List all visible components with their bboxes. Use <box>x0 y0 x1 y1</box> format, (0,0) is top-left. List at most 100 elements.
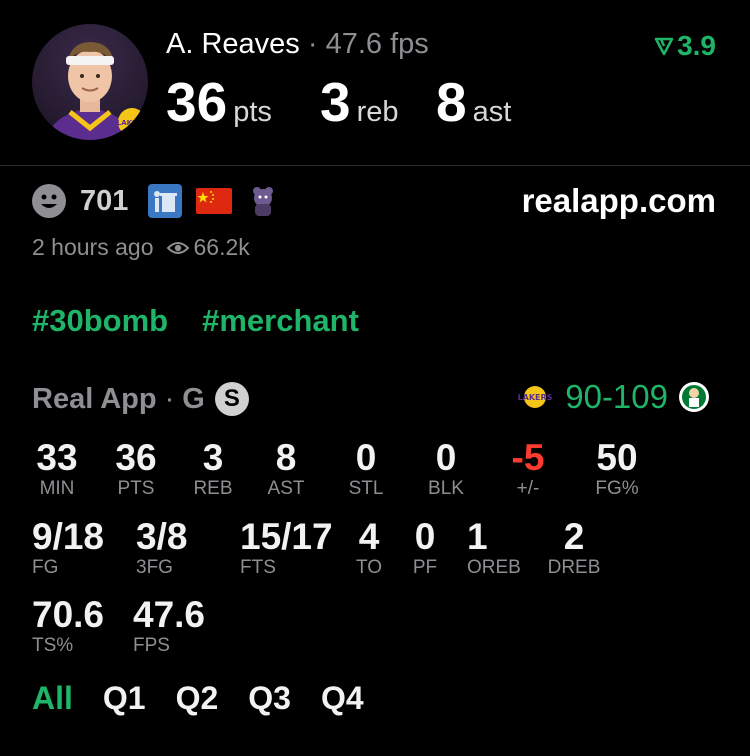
stat-value: 3/8 <box>136 516 188 557</box>
big-stat-ast-value: 8 <box>436 71 467 133</box>
big-stat-ast: 8 ast <box>436 70 511 134</box>
player-fps: 47.6 fps <box>325 28 429 60</box>
player-avatar[interactable]: LAKERS <box>32 24 148 140</box>
rating-value: 3.9 <box>677 30 716 61</box>
eye-icon <box>167 241 190 254</box>
stat-value: 8 <box>275 437 297 478</box>
big-stat-reb-unit: reb <box>356 96 399 128</box>
stat-label: FG% <box>595 478 639 499</box>
stat-label: FG <box>32 557 59 578</box>
quarter-tabs: All Q1 Q2 Q3 Q4 <box>32 680 364 717</box>
player-name[interactable]: A. Reaves <box>166 28 300 60</box>
stat-value: 15/17 <box>240 516 333 557</box>
divider <box>0 165 750 166</box>
site-link[interactable]: realapp.com <box>522 182 716 220</box>
stat-fts: 15/17 FTS <box>240 517 333 579</box>
source-label[interactable]: Real App <box>32 383 157 416</box>
score-value: 90-109 <box>565 378 668 415</box>
stat-value: -5 <box>511 437 545 478</box>
game-info: Real App · G S <box>32 382 249 416</box>
stat-value: 0 <box>435 437 457 478</box>
big-stat-ast-unit: ast <box>472 96 512 128</box>
celtics-logo-icon <box>679 382 709 412</box>
stat-plus-minus: -5 +/- <box>504 438 552 500</box>
lakers-logo-icon: LAKERS <box>518 386 553 408</box>
tab-q3[interactable]: Q3 <box>248 680 291 717</box>
stat-stl: 0 STL <box>342 438 390 500</box>
separator-dot: · <box>307 28 318 60</box>
reaction-count: 701 <box>80 184 129 217</box>
stat-value: 3 <box>202 437 224 478</box>
game-separator-dot: · <box>164 382 175 415</box>
smile-icon[interactable] <box>32 184 66 218</box>
stat-3fg: 3/8 3FG <box>136 517 187 579</box>
stat-ast: 8 AST <box>262 438 310 500</box>
stat-value: 1 <box>467 516 488 557</box>
starter-badge: S <box>214 382 249 416</box>
big-stat-pts-value: 36 <box>166 71 228 133</box>
stat-min: 33 MIN <box>32 438 82 500</box>
stat-value: 2 <box>563 516 585 557</box>
stat-value: 0 <box>414 516 436 557</box>
stat-fg-pct: 50 FG% <box>590 438 644 500</box>
tab-q2[interactable]: Q2 <box>176 680 219 717</box>
stat-label: 3FG <box>136 557 173 578</box>
stat-label: BLK <box>428 478 464 499</box>
stat-label: STL <box>348 478 384 499</box>
china-flag-icon[interactable] <box>196 188 233 214</box>
stat-fg: 9/18 FG <box>32 517 104 579</box>
stat-pf: 0 PF <box>408 517 442 579</box>
stat-to: 4 TO <box>352 517 386 579</box>
stat-blk: 0 BLK <box>422 438 470 500</box>
stat-label: PF <box>412 557 438 578</box>
stat-label: REB <box>193 478 233 499</box>
stat-dreb: 2 DREB <box>546 517 602 579</box>
hashtag-link[interactable]: #30bomb <box>32 303 168 339</box>
stat-value: 47.6 <box>133 594 206 635</box>
reactions-row: 701 <box>32 184 280 218</box>
player-photo-icon: LAKERS <box>46 42 148 140</box>
view-count-group: 66.2k <box>167 234 250 261</box>
stat-label: FPS <box>133 635 170 656</box>
view-count: 66.2k <box>193 234 250 260</box>
tab-q1[interactable]: Q1 <box>103 680 146 717</box>
mascot-icon[interactable] <box>246 184 280 218</box>
stat-ts-pct: 70.6 TS% <box>32 595 104 657</box>
stat-label: OREB <box>467 557 521 578</box>
stat-label: DREB <box>547 557 601 578</box>
stat-value: 0 <box>355 437 377 478</box>
big-stat-pts-unit: pts <box>233 96 272 128</box>
stat-value: 4 <box>358 516 380 557</box>
stat-label: AST <box>267 478 305 499</box>
big-stat-reb: 3 reb <box>320 70 399 134</box>
tab-q4[interactable]: Q4 <box>321 680 364 717</box>
stat-reb: 3 REB <box>188 438 238 500</box>
stat-value: 33 <box>36 437 78 478</box>
stat-label: TO <box>355 557 383 578</box>
stat-label: TS% <box>32 635 74 656</box>
stat-value: 36 <box>115 437 157 478</box>
big-stat-pts: 36 pts <box>166 70 272 134</box>
stat-value: 9/18 <box>32 516 105 557</box>
game-score[interactable]: LAKERS 90-109 <box>515 378 710 416</box>
hashtags: #30bomb #merchant <box>32 303 359 339</box>
stat-value: 50 <box>596 437 638 478</box>
rating-badge[interactable]: 3.9 <box>653 30 716 62</box>
stat-oreb: 1 OREB <box>467 517 521 579</box>
stat-label: PTS <box>117 478 155 499</box>
position-label: G <box>182 382 205 415</box>
stat-fps: 47.6 FPS <box>133 595 205 657</box>
stat-label: FTS <box>240 557 276 578</box>
lakers-logo-text: LAKERS <box>518 393 553 402</box>
stat-value: 70.6 <box>32 594 105 635</box>
player-name-line[interactable]: A. Reaves · 47.6 fps <box>166 28 429 61</box>
big-stat-reb-value: 3 <box>320 71 351 133</box>
post-meta: 2 hours ago 66.2k <box>32 234 250 261</box>
post-time: 2 hours ago <box>32 234 154 260</box>
lakers-logo-text: LAKERS <box>117 119 148 127</box>
trash-icon[interactable] <box>148 184 183 218</box>
tab-all[interactable]: All <box>32 680 73 717</box>
stat-label: MIN <box>39 478 75 499</box>
stat-label: +/- <box>516 478 540 499</box>
hashtag-link[interactable]: #merchant <box>202 303 359 339</box>
